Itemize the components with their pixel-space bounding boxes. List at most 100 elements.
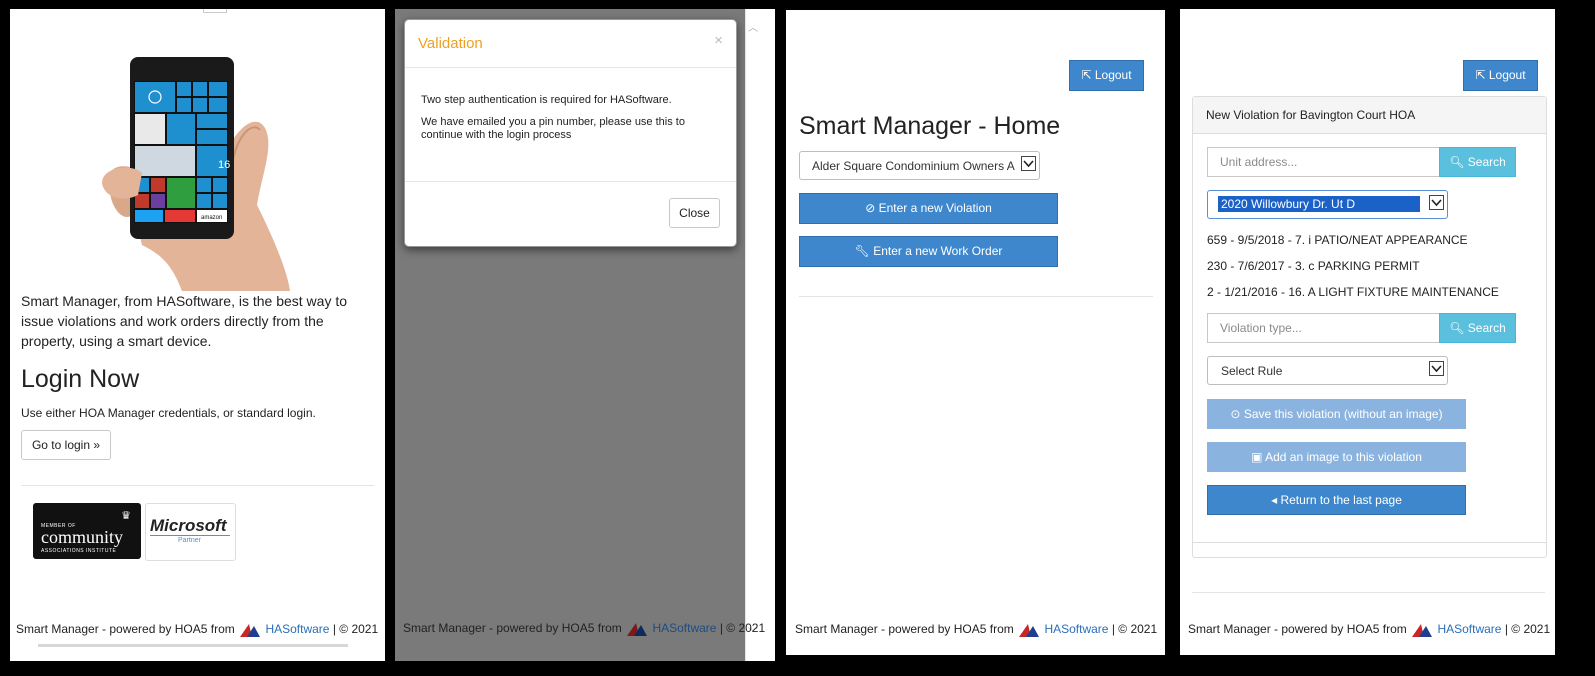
login-hint: Use either HOA Manager credentials, or s… xyxy=(21,406,316,420)
footer: Smart Manager - powered by HOA5 from HAS… xyxy=(1188,622,1550,637)
save-violation-button[interactable]: ⊙ Save this violation (without an image) xyxy=(1207,399,1466,429)
hasoftware-logo-icon xyxy=(240,623,261,637)
cai-line3: ASSOCIATIONS INSTITUTE xyxy=(41,548,117,554)
rule-select-value: Select Rule xyxy=(1221,364,1283,378)
crown-icon: ♛ xyxy=(121,510,131,522)
unit-select-value: 2020 Willowbury Dr. Ut D xyxy=(1218,196,1420,212)
footer-suffix: | © 2021 xyxy=(1504,622,1551,636)
modal-close-button[interactable]: Close xyxy=(669,198,720,228)
footer-suffix: | © 2021 xyxy=(1111,622,1158,636)
phone-illustration: 16 amazon xyxy=(102,55,292,291)
search-icon: 🔍︎ xyxy=(1449,155,1465,169)
go-to-login-button[interactable]: Go to login » xyxy=(21,430,111,460)
footer-prefix: Smart Manager - powered by HOA5 from xyxy=(1188,622,1407,636)
microsoft-partner-badge: Microsoft Partner xyxy=(145,503,236,561)
footer-suffix: | © 2021 xyxy=(332,622,379,636)
logout-icon: ⇱ xyxy=(1081,68,1092,82)
enter-work-order-button[interactable]: 🔧︎ Enter a new Work Order xyxy=(799,236,1058,267)
image-icon: ▣ xyxy=(1251,450,1263,464)
bottom-scrollbar[interactable] xyxy=(38,644,348,647)
hasoftware-logo-icon xyxy=(1412,623,1433,637)
logout-label: Logout xyxy=(1488,68,1526,82)
history-item: 230 - 7/6/2017 - 3. c PARKING PERMIT xyxy=(1207,259,1420,273)
new-violation-panel: ⇱ Logout New Violation for Bavington Cou… xyxy=(1180,9,1555,655)
chevron-down-icon[interactable] xyxy=(1021,156,1036,171)
enter-violation-label: Enter a new Violation xyxy=(878,201,992,215)
modal-footer-divider xyxy=(405,181,736,182)
footer-prefix: Smart Manager - powered by HOA5 from xyxy=(795,622,1014,636)
modal-message-1: Two step authentication is required for … xyxy=(421,94,672,106)
login-heading: Login Now xyxy=(21,365,140,393)
search-icon: 🔍︎ xyxy=(1449,321,1465,335)
search-label: Search xyxy=(1467,155,1506,169)
footer: Smart Manager - powered by HOA5 from HAS… xyxy=(795,622,1157,637)
ms-partner-label: Partner xyxy=(178,537,201,544)
cai-member-badge: ♛ MEMBER OF community ASSOCIATIONS INSTI… xyxy=(33,503,141,559)
footer-company-link[interactable]: HASoftware xyxy=(1044,622,1108,636)
footer-company-link[interactable]: HASoftware xyxy=(652,621,716,635)
footer: Smart Manager - powered by HOA5 from HAS… xyxy=(403,621,765,636)
violation-type-input[interactable]: Violation type... xyxy=(1207,313,1440,343)
modal-title: Validation xyxy=(418,35,483,52)
arrow-left-circle-icon: ◂ xyxy=(1271,493,1278,507)
check-circle-icon: ⊙ xyxy=(1230,407,1241,421)
ban-icon: ⊘ xyxy=(865,201,876,215)
logout-button[interactable]: ⇱ Logout xyxy=(1069,60,1144,91)
save-violation-label: Save this violation (without an image) xyxy=(1243,407,1443,421)
footer-company-link[interactable]: HASoftware xyxy=(1437,622,1501,636)
ms-rule xyxy=(150,535,230,536)
logout-icon: ⇱ xyxy=(1475,68,1486,82)
top-tab-stub xyxy=(203,9,227,13)
hasoftware-logo-icon xyxy=(627,622,648,636)
violation-card: New Violation for Bavington Court HOA Un… xyxy=(1192,96,1547,558)
logout-label: Logout xyxy=(1094,68,1132,82)
footer-prefix: Smart Manager - powered by HOA5 from xyxy=(16,622,235,636)
return-label: Return to the last page xyxy=(1280,493,1402,507)
modal-close-x-icon[interactable]: × xyxy=(714,32,723,49)
unit-search-button[interactable]: 🔍︎ Search xyxy=(1439,147,1516,177)
add-image-button[interactable]: ▣ Add an image to this violation xyxy=(1207,442,1466,472)
wrench-icon: 🔧︎ xyxy=(854,244,870,258)
scroll-up-icon[interactable]: ︿ xyxy=(748,19,758,34)
modal-message-2: We have emailed you a pin number, please… xyxy=(421,116,685,141)
association-select[interactable]: Alder Square Condominium Owners A xyxy=(799,151,1040,180)
chevron-down-icon[interactable] xyxy=(1429,195,1444,210)
calendar-date: 16 xyxy=(218,159,230,171)
landing-panel: 16 amazon Smart Manager, from HASoftware… xyxy=(10,9,385,661)
card-title: New Violation for Bavington Court HOA xyxy=(1206,108,1416,122)
validation-panel: ︿ ﹀ Validation × Two step authentication… xyxy=(395,9,775,661)
divider xyxy=(21,485,374,486)
return-button[interactable]: ◂ Return to the last page xyxy=(1207,485,1466,515)
history-item: 2 - 1/21/2016 - 16. A LIGHT FIXTURE MAIN… xyxy=(1207,285,1499,299)
footer-prefix: Smart Manager - powered by HOA5 from xyxy=(403,621,622,635)
card-header: New Violation for Bavington Court HOA xyxy=(1193,97,1546,134)
vertical-scrollbar[interactable]: ︿ ﹀ xyxy=(745,9,761,661)
rule-select[interactable]: Select Rule xyxy=(1207,356,1448,385)
association-select-value: Alder Square Condominium Owners A xyxy=(812,159,1015,173)
violation-search-button[interactable]: 🔍︎ Search xyxy=(1439,313,1516,343)
intro-text: Smart Manager, from HASoftware, is the b… xyxy=(21,293,348,349)
enter-work-order-label: Enter a new Work Order xyxy=(873,244,1003,258)
history-item: 659 - 9/5/2018 - 7. i PATIO/NEAT APPEARA… xyxy=(1207,233,1468,247)
footer-company-link[interactable]: HASoftware xyxy=(265,622,329,636)
footer-suffix: | © 2021 xyxy=(719,621,766,635)
divider xyxy=(1192,592,1545,593)
unit-select[interactable]: 2020 Willowbury Dr. Ut D xyxy=(1207,190,1448,219)
chevron-down-icon[interactable] xyxy=(1429,361,1444,376)
home-panel: ⇱ Logout Smart Manager - Home Alder Squa… xyxy=(786,10,1165,655)
hasoftware-logo-icon xyxy=(1019,623,1040,637)
validation-modal: Validation × Two step authentication is … xyxy=(404,19,737,247)
enter-violation-button[interactable]: ⊘ Enter a new Violation xyxy=(799,193,1058,224)
search-label: Search xyxy=(1467,321,1506,335)
footer: Smart Manager - powered by HOA5 from HAS… xyxy=(16,622,378,637)
page-title: Smart Manager - Home xyxy=(799,112,1061,140)
card-footer-divider xyxy=(1193,542,1546,543)
modal-header-divider xyxy=(405,67,736,68)
logout-button[interactable]: ⇱ Logout xyxy=(1463,60,1538,91)
ms-wordmark: Microsoft xyxy=(150,516,227,535)
cai-line2: community xyxy=(41,527,123,547)
unit-address-input[interactable]: Unit address... xyxy=(1207,147,1440,177)
amazon-tile-label: amazon xyxy=(201,215,222,221)
divider xyxy=(799,296,1153,297)
add-image-label: Add an image to this violation xyxy=(1265,450,1422,464)
